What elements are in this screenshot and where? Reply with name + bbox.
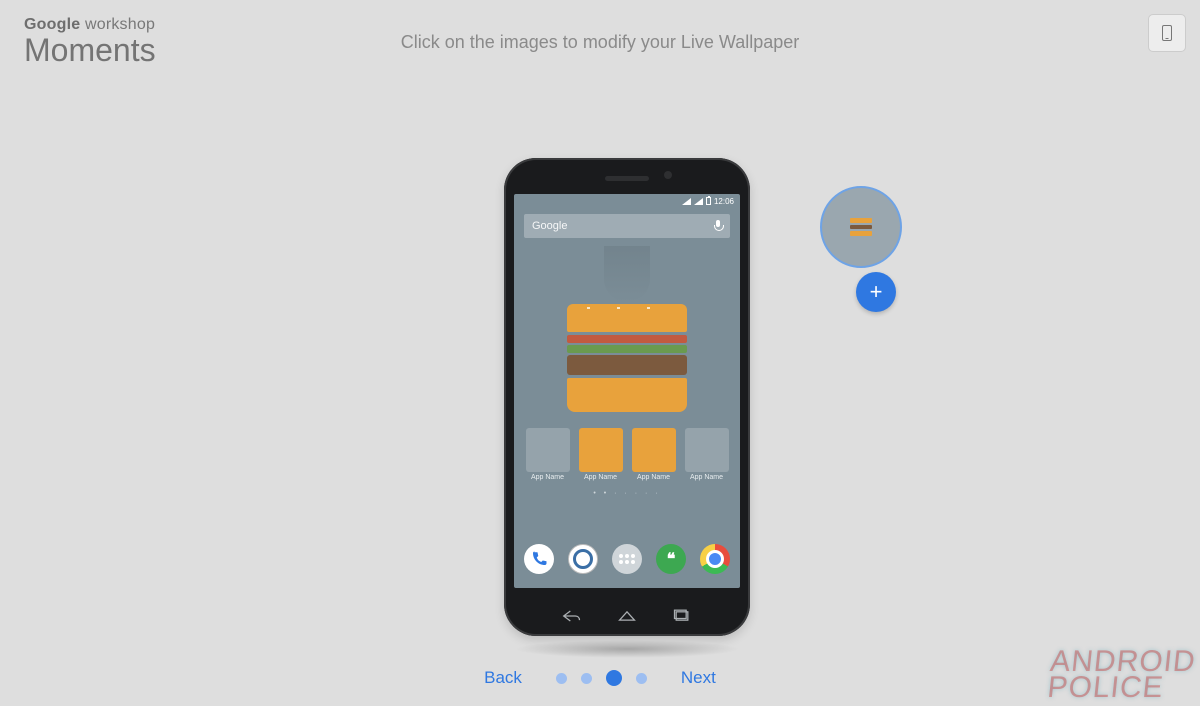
signal-icon: [694, 198, 703, 205]
back-button[interactable]: Back: [484, 668, 522, 688]
app-label: App Name: [526, 474, 570, 481]
app-label: App Name: [632, 474, 676, 481]
battery-icon: [706, 197, 711, 205]
widget-row: [524, 428, 730, 472]
burger-patty: [567, 355, 687, 375]
search-placeholder: Google: [532, 220, 567, 232]
app-tile: [579, 428, 623, 472]
step-dot-1[interactable]: [556, 673, 567, 684]
app-label: App Name: [685, 474, 729, 481]
step-dots: [556, 670, 647, 686]
recents-key-icon: [672, 608, 692, 624]
app-tile: [526, 428, 570, 472]
next-button[interactable]: Next: [681, 668, 716, 688]
step-dot-3[interactable]: [606, 670, 622, 686]
page-indicator: • • · · · · ·: [514, 490, 740, 497]
wallpaper-art: [567, 304, 687, 412]
google-search-bar: Google: [524, 214, 730, 238]
apps-drawer-icon: [612, 544, 642, 574]
device-toggle-button[interactable]: [1148, 14, 1186, 52]
phone-screen[interactable]: 12:06 Google App Name App Name App Name …: [514, 194, 740, 588]
brand-suffix: workshop: [85, 16, 155, 33]
burger-bun-top: [567, 304, 687, 332]
step-dot-2[interactable]: [581, 673, 592, 684]
burger-lettuce: [567, 345, 687, 353]
phone-mockup: 12:06 Google App Name App Name App Name …: [504, 158, 750, 636]
status-bar: 12:06: [514, 194, 740, 208]
app-labels: App Name App Name App Name App Name: [524, 474, 730, 481]
phone-outline-icon: [1162, 25, 1172, 41]
app-label: App Name: [579, 474, 623, 481]
add-image-button[interactable]: +: [856, 272, 896, 312]
status-time: 12:06: [714, 197, 734, 206]
phone-app-icon: [524, 544, 554, 574]
watermark-line2: POLICE: [1046, 675, 1194, 701]
burger-tomato: [567, 335, 687, 343]
android-nav-keys: [504, 608, 750, 624]
home-key-icon: [617, 608, 637, 624]
burger-bun-bottom: [567, 378, 687, 412]
app-tile: [632, 428, 676, 472]
wizard-footer: Back Next: [0, 668, 1200, 688]
app-tile: [685, 428, 729, 472]
step-dot-4[interactable]: [636, 673, 647, 684]
plus-icon: +: [870, 279, 883, 305]
brand-prefix: Google: [24, 16, 80, 33]
camera-app-icon: [568, 544, 598, 574]
wallpaper-thumbnail-button[interactable]: [820, 186, 902, 268]
back-key-icon: [562, 608, 582, 624]
dock: ❝: [514, 544, 740, 574]
mic-icon: [714, 220, 722, 232]
watermark: ANDROID POLICE: [1046, 649, 1197, 700]
wifi-icon: [682, 198, 691, 205]
hangouts-app-icon: ❝: [656, 544, 686, 574]
chrome-app-icon: [700, 544, 730, 574]
phone-shadow: [514, 640, 740, 658]
thumbnail-art: [850, 216, 872, 238]
wallpaper-shade: [604, 246, 650, 302]
page-instruction: Click on the images to modify your Live …: [0, 32, 1200, 53]
